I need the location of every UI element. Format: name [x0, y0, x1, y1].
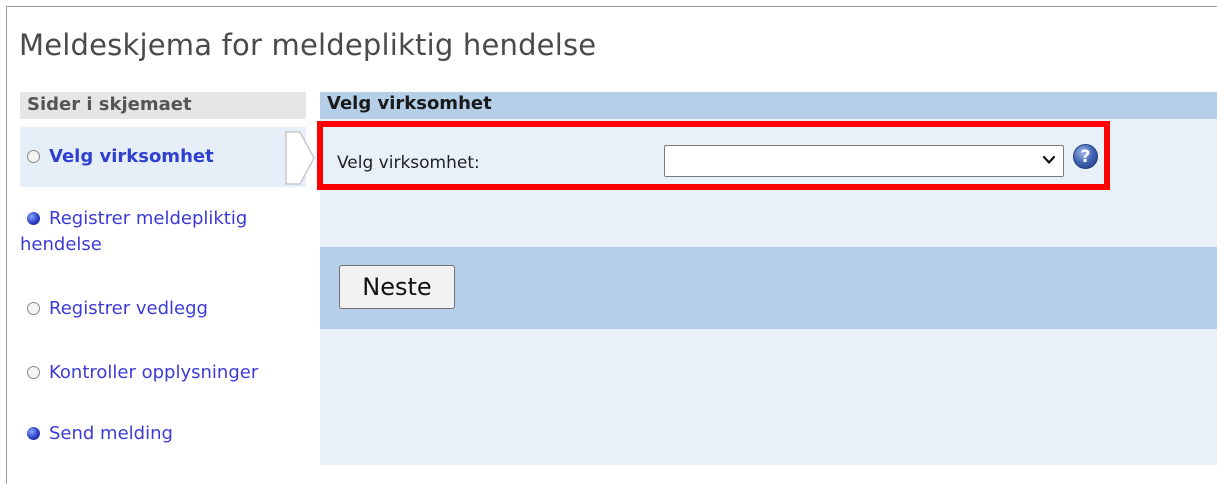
next-button[interactable]: Neste [339, 265, 455, 309]
filled-circle-icon [27, 212, 40, 225]
sidebar-item-label: Send melding [49, 423, 173, 444]
sidebar-item-label: Kontroller opplysninger [49, 362, 259, 383]
sidebar-item-registrer-hendelse[interactable]: Registrer meldepliktig hendelse [20, 206, 310, 258]
sidebar-item-send-melding[interactable]: Send melding [20, 421, 310, 447]
help-icon[interactable]: ? [1073, 144, 1098, 169]
current-step-arrow-icon [285, 131, 315, 185]
section-header: Velg virksomhet [320, 92, 1217, 119]
sidebar-item-velg-virksomhet[interactable]: Velg virksomhet [20, 127, 306, 187]
sidebar-header: Sider i skjemaet [20, 92, 306, 119]
sidebar-item-kontroller-opplysninger[interactable]: Kontroller opplysninger [20, 360, 310, 386]
page-title: Meldeskjema for meldepliktig hendelse [19, 28, 597, 62]
virksomhet-field-label: Velg virksomhet: [337, 153, 480, 173]
virksomhet-select[interactable] [664, 145, 1064, 177]
sidebar-item-registrer-vedlegg[interactable]: Registrer vedlegg [20, 296, 310, 322]
sidebar-item-label: Velg virksomhet [49, 146, 214, 167]
empty-circle-icon [27, 366, 40, 379]
sidebar-item-label: Registrer meldepliktig hendelse [20, 208, 248, 255]
form-row-select [320, 119, 1217, 247]
empty-circle-icon [27, 150, 40, 163]
sidebar-item-label: Registrer vedlegg [49, 298, 208, 319]
empty-circle-icon [27, 302, 40, 315]
form-row-empty [320, 329, 1217, 465]
filled-circle-icon [27, 427, 40, 440]
